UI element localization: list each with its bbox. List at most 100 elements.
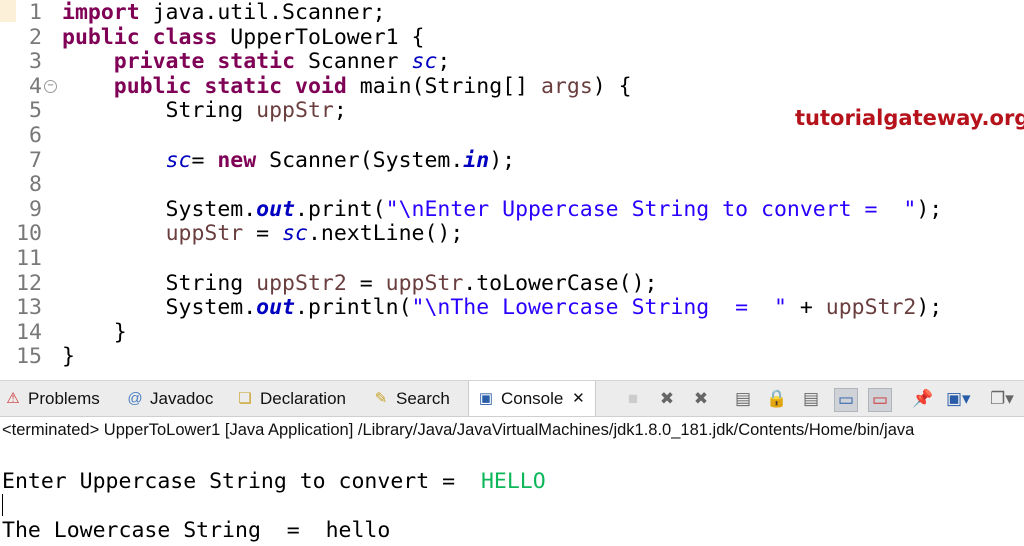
remove-launch-button[interactable]: ✖ [656,388,678,410]
line-number: 10 [16,221,42,247]
token-kw: static [204,73,283,99]
code-text: uppStr = sc.nextLine(); [62,221,464,247]
line-number: 3 [29,49,42,75]
token-sfield: in [463,147,490,173]
remove-all-terminated-button[interactable]: ✖ [690,388,712,410]
display-console-button[interactable]: ▣▾ [946,388,971,410]
console-output-line: The Lowercase String = hello [2,518,391,543]
token-kw: import [62,0,140,25]
code-text: private static Scanner sc; [62,49,451,75]
token-str: "\nThe Lowercase String = " [411,295,787,321]
token-plain: ; [437,49,451,75]
search-flashlight-icon: ✎ [374,389,388,407]
watermark-logo: tutorialgateway.org [795,106,1024,130]
tab-console[interactable]: ▣ Console ✕ [468,381,597,416]
tab-label: Javadoc [150,389,214,408]
token-plain: UpperToLower1 { [217,24,425,50]
token-plain: Scanner(System. [256,147,464,173]
token-plain: = [243,221,283,247]
token-sfield: out [256,295,296,321]
token-plain: = [346,270,386,296]
token-plain: .println( [295,295,412,321]
token-plain: ); [489,147,516,173]
token-var: uppStr [165,221,244,247]
declaration-icon: ❏ [238,389,252,407]
token-plain: ); [916,196,943,222]
token-var: uppStr2 [256,270,347,296]
token-plain: main(String[] [346,73,541,99]
fold-collapse-icon[interactable]: − [44,79,57,93]
token-sfield: out [256,196,296,222]
token-kw: class [152,24,218,50]
code-editor[interactable]: 1 import java.util.Scanner; 2 public class … [0,0,1024,372]
console-output-line: Enter Uppercase String to convert = HELL… [2,469,546,494]
token-plain: System. [62,196,257,222]
token-plain: String [62,270,257,296]
line-number: 7 [29,147,42,173]
token-var: uppStr [385,270,464,296]
token-plain: ) { [592,73,632,99]
code-text: System.out.print("\nEnter Uppercase Stri… [62,196,943,222]
tab-label: Search [396,389,450,408]
token-field: sc [282,221,308,247]
tab-javadoc[interactable]: @ Javadoc [126,381,213,416]
console-status: <terminated> UpperToLower1 [Java Applica… [2,421,915,439]
token-var: args [540,73,593,99]
tab-label: Console [501,389,564,408]
code-text: import java.util.Scanner; [62,0,386,25]
at-sign-icon: @ [127,389,143,407]
token-kw: static [217,49,296,75]
clear-console-button[interactable]: ▤ [732,388,754,410]
token-kw: public [62,24,140,50]
line-number: 15 [16,344,42,370]
line-number: 14 [16,319,42,345]
open-console-button[interactable]: ❐▾ [990,388,1014,410]
word-wrap-button[interactable]: ▤ [800,388,822,410]
code-text: String uppStr2 = uppStr.toLowerCase(); [62,270,658,296]
code-text: public class UpperToLower1 { [62,25,424,50]
line-number: 4 [29,73,42,99]
tab-label: Problems [28,389,100,408]
token-plain: ); [916,295,943,321]
terminate-button[interactable]: ■ [622,388,644,410]
token-plain: } [62,344,75,370]
token-plain: + [786,295,826,321]
token-var: uppStr [256,98,334,124]
line-number: 1 [29,0,42,25]
show-on-stderr-button[interactable]: ▭ [868,388,892,412]
token-plain: .toLowerCase(); [463,270,658,296]
line-number: 2 [29,24,42,50]
token-field: sc [411,49,438,75]
line-number: 8 [29,172,42,198]
token-plain: ; [333,98,347,124]
token-plain: .print( [295,196,386,222]
scroll-lock-button[interactable]: 🔒 [766,388,788,410]
console-icon: ▣ [478,389,494,407]
token-plain: } [62,319,127,345]
code-text: } [62,320,127,345]
view-tab-bar: ⚠ Problems @ Javadoc ❏ Declaration ✎ Search … [0,380,1024,417]
tab-search[interactable]: ✎ Search [372,381,450,416]
token-kw: new [217,147,257,173]
problems-icon: ⚠ [6,389,20,407]
line-number: 9 [29,196,42,222]
line-number: 11 [16,246,42,271]
line-number: 12 [16,270,42,296]
tab-declaration[interactable]: ❏ Declaration [236,381,346,416]
close-icon[interactable]: ✕ [569,390,587,408]
show-on-stdout-button[interactable]: ▭ [834,388,858,412]
line-number: 13 [16,295,42,321]
console-prompt: Enter Uppercase String to convert = [2,469,481,494]
tab-label: Declaration [260,389,346,408]
code-text: String uppStr; [62,98,347,123]
pin-console-button[interactable]: 📌 [912,388,934,410]
tab-problems[interactable]: ⚠ Problems [4,381,100,416]
code-text: sc= new Scanner(System.in); [62,147,516,173]
